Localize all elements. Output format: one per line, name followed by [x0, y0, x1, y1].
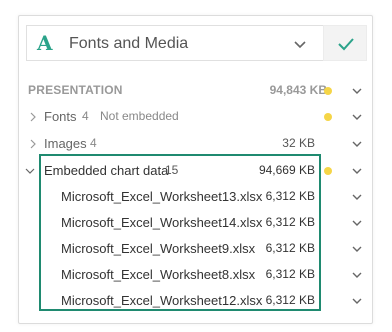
warning-dot	[324, 113, 332, 121]
checkmark-icon	[338, 38, 354, 51]
chevron-down-icon	[294, 41, 306, 49]
file-size: 6,312 KB	[265, 293, 315, 307]
chevron-right-icon[interactable]	[28, 139, 38, 149]
images-size: 32 KB	[282, 136, 315, 150]
confirm-button[interactable]	[323, 25, 367, 61]
file-name: Microsoft_Excel_Worksheet14.xlsx	[61, 215, 263, 230]
font-a-icon: A	[37, 31, 53, 55]
chevron-down-icon[interactable]	[351, 217, 363, 229]
fonts-media-panel-window: A Fonts and Media PRESENTATION 94,843 KB	[0, 0, 392, 332]
presentation-label: PRESENTATION	[28, 83, 123, 97]
fonts-count: 4	[82, 109, 89, 123]
warning-dot	[324, 87, 332, 95]
category-title: Fonts and Media	[69, 35, 189, 52]
fonts-media-panel: A Fonts and Media PRESENTATION 94,843 KB	[18, 15, 373, 324]
chevron-down-icon[interactable]	[351, 138, 363, 150]
images-row[interactable]: Images 4 32 KB	[19, 132, 374, 156]
presentation-size: 94,843 KB	[269, 83, 327, 97]
chevron-down-icon[interactable]	[351, 165, 363, 177]
embedded-chart-data-size: 94,669 KB	[258, 163, 315, 177]
file-name: Microsoft_Excel_Worksheet12.xlsx	[61, 293, 263, 308]
images-count: 4	[90, 136, 97, 150]
file-name: Microsoft_Excel_Worksheet9.xlsx	[61, 241, 256, 256]
file-size: 6,312 KB	[265, 215, 315, 229]
fonts-status: Not embedded	[100, 109, 179, 123]
file-row[interactable]: Microsoft_Excel_Worksheet13.xlsx 6,312 K…	[19, 185, 374, 209]
file-row[interactable]: Microsoft_Excel_Worksheet12.xlsx 6,312 K…	[19, 289, 374, 313]
embedded-chart-data-row[interactable]: Embedded chart data 15 94,669 KB	[19, 159, 374, 183]
chevron-down-icon[interactable]	[351, 269, 363, 281]
chevron-down-icon[interactable]	[351, 85, 363, 97]
category-dropdown[interactable]: A Fonts and Media	[26, 25, 335, 61]
chevron-down-icon[interactable]	[351, 295, 363, 307]
file-name: Microsoft_Excel_Worksheet8.xlsx	[61, 267, 256, 282]
chevron-down-icon[interactable]	[351, 111, 363, 123]
embedded-chart-data-count: 15	[165, 163, 179, 177]
chevron-down-icon[interactable]	[25, 166, 35, 176]
presentation-row[interactable]: PRESENTATION 94,843 KB	[19, 79, 374, 103]
file-size: 6,312 KB	[265, 267, 315, 281]
chevron-right-icon[interactable]	[28, 112, 38, 122]
embedded-chart-data-label: Embedded chart data	[44, 163, 169, 178]
file-row[interactable]: Microsoft_Excel_Worksheet9.xlsx 6,312 KB	[19, 237, 374, 261]
images-label: Images	[44, 136, 87, 151]
chevron-down-icon[interactable]	[351, 191, 363, 203]
fonts-label: Fonts	[44, 109, 77, 124]
chevron-down-icon[interactable]	[351, 243, 363, 255]
file-size: 6,312 KB	[265, 241, 315, 255]
file-row[interactable]: Microsoft_Excel_Worksheet8.xlsx 6,312 KB	[19, 263, 374, 287]
fonts-row[interactable]: Fonts 4 Not embedded	[19, 105, 374, 129]
warning-dot	[324, 167, 332, 175]
file-name: Microsoft_Excel_Worksheet13.xlsx	[61, 189, 263, 204]
file-size: 6,312 KB	[265, 189, 315, 203]
file-row[interactable]: Microsoft_Excel_Worksheet14.xlsx 6,312 K…	[19, 211, 374, 235]
